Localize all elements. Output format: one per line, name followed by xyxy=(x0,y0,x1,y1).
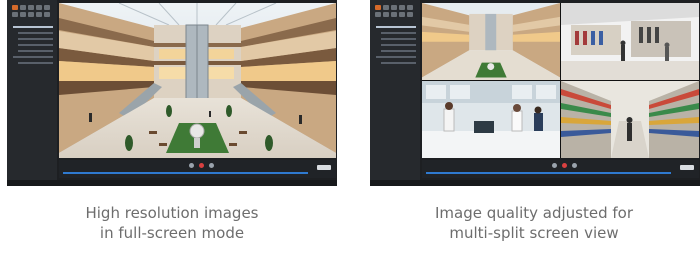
search-icon[interactable] xyxy=(399,5,405,10)
camera-pane-3[interactable] xyxy=(422,81,560,158)
device-tree xyxy=(13,26,53,68)
supermarket-aisle-image xyxy=(561,81,699,158)
map-icon[interactable] xyxy=(28,12,34,17)
tree-item[interactable] xyxy=(381,62,416,64)
tree-item[interactable] xyxy=(376,56,416,58)
status-bar xyxy=(370,180,700,186)
playback-bar xyxy=(59,160,336,178)
settings-icon[interactable] xyxy=(44,5,50,10)
playback-icon[interactable] xyxy=(375,12,381,17)
playback-icon[interactable] xyxy=(12,12,18,17)
split-viewport xyxy=(422,3,699,158)
grid-icon[interactable] xyxy=(20,5,26,10)
caption-line: Image quality adjusted for xyxy=(434,204,634,222)
export-icon[interactable] xyxy=(407,12,413,17)
layout-icon[interactable] xyxy=(12,5,18,10)
tree-item[interactable] xyxy=(13,56,53,58)
vms-window-split xyxy=(370,0,700,186)
alarm-icon[interactable] xyxy=(383,12,389,17)
user-icon[interactable] xyxy=(399,12,405,17)
timeline-slider[interactable] xyxy=(426,172,671,174)
tree-item[interactable] xyxy=(18,44,53,46)
toolbar xyxy=(375,5,417,17)
caption-line: multi-split screen view xyxy=(449,224,619,242)
live-badge[interactable] xyxy=(680,165,694,170)
mall-atrium-image xyxy=(422,3,560,80)
alarm-icon[interactable] xyxy=(20,12,26,17)
tree-item[interactable] xyxy=(18,62,53,64)
timeline-slider[interactable] xyxy=(63,172,308,174)
device-sidebar xyxy=(7,0,57,186)
caption-fullscreen: High resolution images in full-screen mo… xyxy=(2,203,342,243)
grid-icon[interactable] xyxy=(383,5,389,10)
camera-icon[interactable] xyxy=(391,5,397,10)
video-viewport[interactable] xyxy=(59,3,336,158)
pharmacy-counter-image xyxy=(422,81,560,158)
record-icon[interactable] xyxy=(562,163,567,168)
camera-pane-4[interactable] xyxy=(561,81,699,158)
playback-bar xyxy=(422,160,699,178)
settings-icon[interactable] xyxy=(407,5,413,10)
rewind-icon[interactable] xyxy=(189,163,194,168)
device-tree xyxy=(376,26,416,68)
vms-window-fullscreen xyxy=(7,0,337,186)
camera-pane-1[interactable] xyxy=(422,3,560,80)
caption-line: High resolution images xyxy=(85,204,259,222)
device-sidebar xyxy=(370,0,420,186)
mall-atrium-image xyxy=(59,3,336,158)
play-icon[interactable] xyxy=(209,163,214,168)
map-icon[interactable] xyxy=(391,12,397,17)
tree-item[interactable] xyxy=(376,26,416,28)
toolbar xyxy=(12,5,54,17)
tree-item[interactable] xyxy=(381,50,416,52)
caption-line: in full-screen mode xyxy=(99,224,245,242)
tree-item[interactable] xyxy=(381,44,416,46)
live-badge[interactable] xyxy=(317,165,331,170)
tree-item[interactable] xyxy=(381,32,416,34)
user-icon[interactable] xyxy=(36,12,42,17)
camera-icon[interactable] xyxy=(28,5,34,10)
caption-multisplit: Image quality adjusted for multi-split s… xyxy=(364,203,700,243)
search-icon[interactable] xyxy=(36,5,42,10)
rewind-icon[interactable] xyxy=(552,163,557,168)
record-icon[interactable] xyxy=(199,163,204,168)
export-icon[interactable] xyxy=(44,12,50,17)
camera-pane-2[interactable] xyxy=(561,3,699,80)
tree-item[interactable] xyxy=(18,32,53,34)
tree-item[interactable] xyxy=(18,50,53,52)
tree-item[interactable] xyxy=(381,38,416,40)
tree-item[interactable] xyxy=(13,26,53,28)
tree-item[interactable] xyxy=(18,38,53,40)
status-bar xyxy=(7,180,337,186)
clothing-store-image xyxy=(561,3,699,80)
layout-icon[interactable] xyxy=(375,5,381,10)
play-icon[interactable] xyxy=(572,163,577,168)
